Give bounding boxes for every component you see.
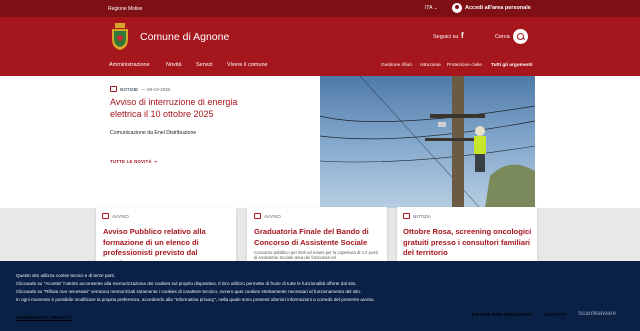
social-label: Seguici su bbox=[433, 34, 459, 40]
nav-amministrazione[interactable]: Amministrazione bbox=[109, 62, 150, 68]
card-tag-label: AVVISO bbox=[264, 213, 281, 219]
hero-title[interactable]: Avviso di interruzione di energia elettr… bbox=[110, 97, 260, 120]
cookie-text-3: Cliccando su "Rifiuta non necessari" ver… bbox=[16, 289, 362, 294]
search-label: Cerca bbox=[495, 34, 510, 40]
nav-tutti-gli-argomenti[interactable]: Tutti gli argomenti bbox=[491, 63, 532, 68]
login-button[interactable]: Accedi all'area personale bbox=[452, 3, 531, 13]
card-tag-label: NOTIZIA bbox=[413, 213, 432, 219]
card-tag-2: AVVISO bbox=[254, 213, 281, 219]
calendar-icon bbox=[102, 213, 109, 219]
language-selector[interactable]: ITA ⌄ bbox=[425, 5, 438, 11]
accept-cookies-button[interactable]: ACCETTA bbox=[544, 312, 567, 317]
municipal-crest-icon[interactable] bbox=[110, 23, 130, 51]
facebook-icon[interactable]: f bbox=[461, 31, 464, 40]
cookie-banner bbox=[0, 261, 640, 331]
calendar-icon bbox=[110, 86, 117, 92]
chevron-down-icon: ⌄ bbox=[433, 5, 438, 11]
card-title-3[interactable]: Ottobre Rosa, screening oncologici gratu… bbox=[403, 227, 533, 259]
reject-cookies-button[interactable]: RIFIUTA NON NECESSARI bbox=[472, 312, 532, 317]
all-news-link[interactable]: TUTTE LE NOVITÀ ➝ bbox=[110, 159, 157, 165]
nav-protezione-civile[interactable]: Protezione civile bbox=[447, 63, 482, 68]
user-icon bbox=[452, 3, 462, 13]
card-text-2: Concorso pubblico per titoli ed esami pe… bbox=[254, 250, 378, 260]
site-title[interactable]: Comune di Agnone bbox=[140, 31, 229, 43]
cookie-text-1: Questo sito utilizza cookie tecnici e di… bbox=[16, 273, 116, 278]
hero-tag: NOTIZIE — 09-10-2025 bbox=[110, 86, 171, 92]
privacy-policy-link[interactable]: INFORMATIVA PRIVACY bbox=[16, 315, 71, 320]
hero-date: — 09-10-2025 bbox=[141, 86, 171, 92]
top-bar: Regione Molise ITA ⌄ Accedi all'area per… bbox=[0, 0, 640, 17]
card-title-2[interactable]: Graduatoria Finale del Bando di Concorso… bbox=[254, 227, 379, 248]
card-tag-1: AVVISO bbox=[102, 213, 129, 219]
hero-image bbox=[320, 76, 535, 208]
nav-servizi[interactable]: Servizi bbox=[196, 62, 213, 68]
nav-gestione-rifiuti[interactable]: Gestione rifiuti bbox=[381, 63, 412, 68]
region-link[interactable]: Regione Molise bbox=[108, 6, 142, 12]
site-header bbox=[0, 17, 640, 76]
calendar-icon bbox=[403, 213, 410, 219]
cookie-text-4: In ogni momento è possibile modificare l… bbox=[16, 297, 375, 302]
hero-category: NOTIZIE bbox=[120, 86, 139, 92]
watermark-logo: ScanMalware bbox=[578, 311, 617, 317]
card-tag-3: NOTIZIA bbox=[403, 213, 431, 219]
card-tag-label: AVVISO bbox=[112, 213, 129, 219]
login-label: Accedi all'area personale bbox=[465, 5, 531, 11]
search-icon[interactable] bbox=[513, 29, 528, 44]
hero-subtitle: Comunicazione da Enel Distribuzione bbox=[110, 130, 197, 136]
nav-vivere-il-comune[interactable]: Vivere il comune bbox=[227, 62, 268, 68]
nav-istruzione[interactable]: Istruzione bbox=[420, 63, 441, 68]
nav-novita[interactable]: Novità bbox=[166, 62, 182, 68]
cookie-text-2: Cliccando su "Accetta" l'utente acconsen… bbox=[16, 281, 357, 286]
language-label: ITA bbox=[425, 5, 433, 11]
calendar-icon bbox=[254, 213, 261, 219]
